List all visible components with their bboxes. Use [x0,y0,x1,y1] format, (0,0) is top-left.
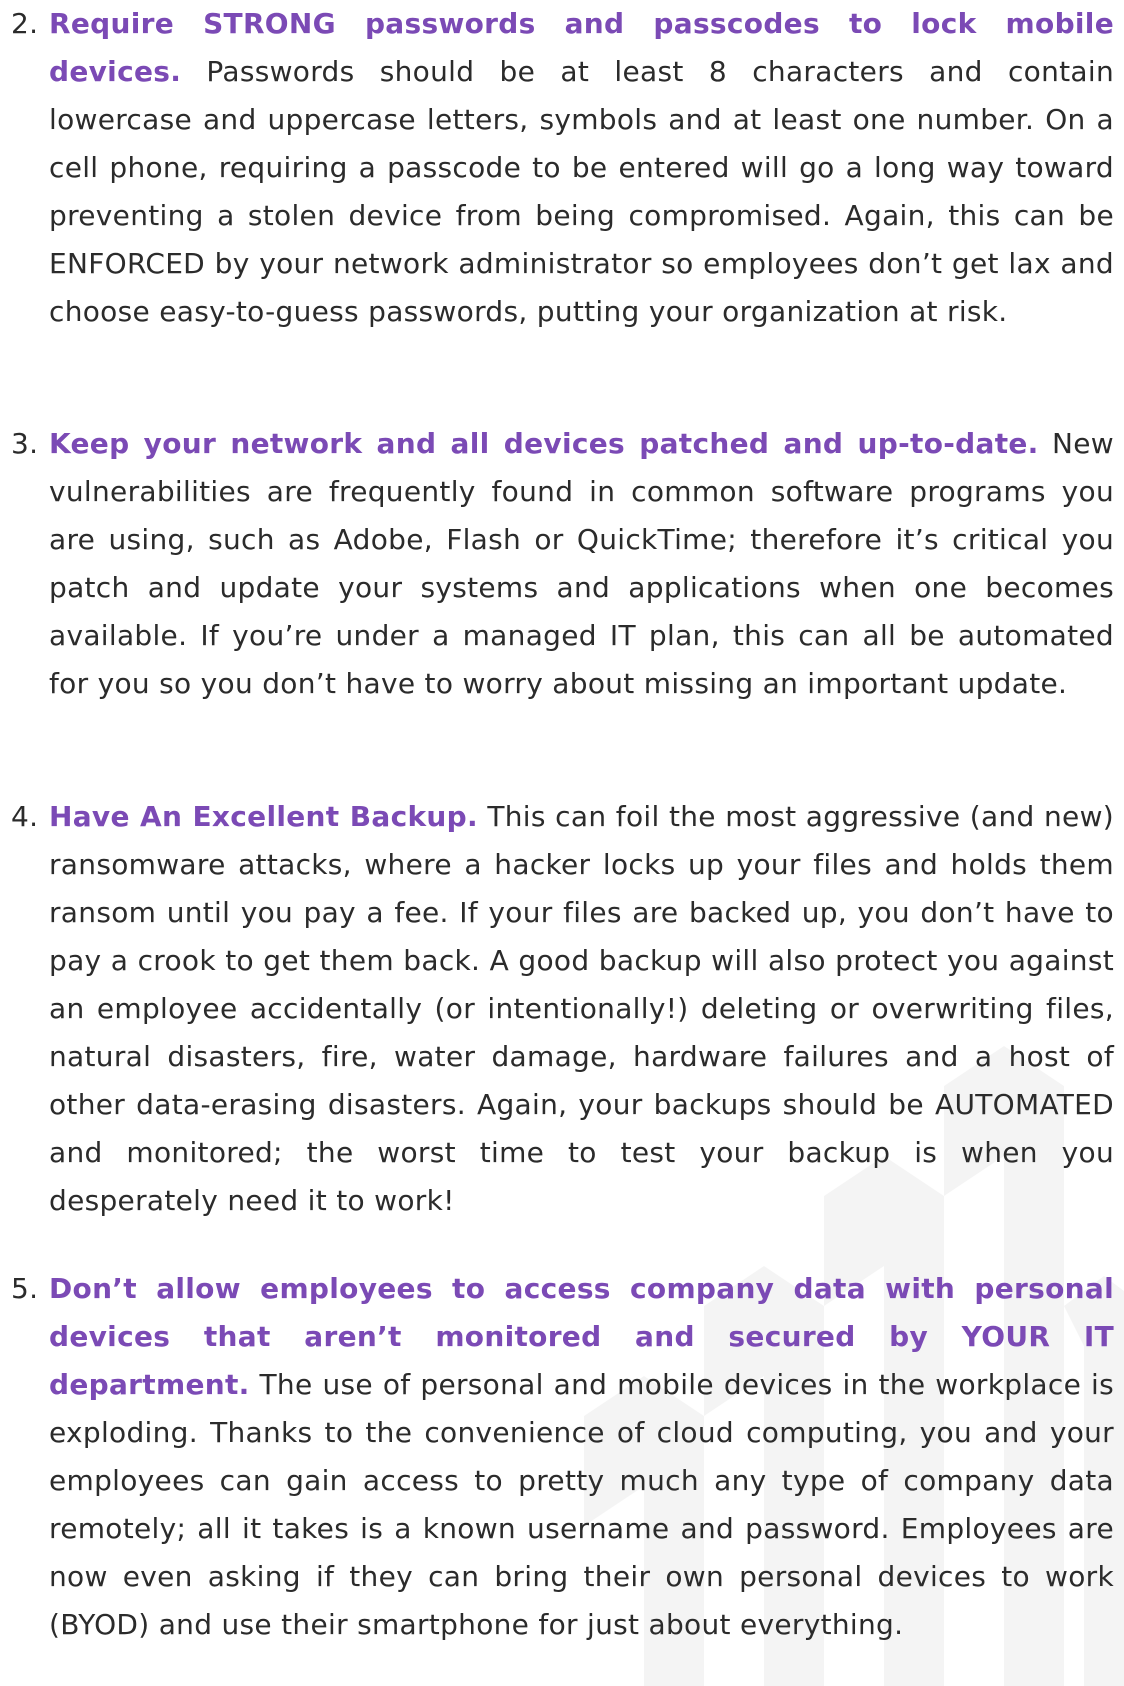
item-paragraph: Keep your network and all devices patche… [49,420,1114,708]
list-item: 2. Require STRONG passwords and passcode… [0,0,1124,336]
item-paragraph: Require STRONG passwords and passcodes t… [49,0,1114,336]
item-body: This can foil the most aggressive (and n… [49,800,1115,1217]
item-heading: Have An Excellent Backup. [49,800,478,833]
item-paragraph: Don’t allow employees to access company … [49,1265,1114,1649]
item-body: The use of personal and mobile devices i… [49,1368,1114,1641]
item-number: 5. [11,1272,39,1305]
item-number: 3. [11,427,39,460]
item-number: 2. [11,7,39,40]
list-item: 3. Keep your network and all devices pat… [0,420,1124,708]
item-body: Passwords should be at least 8 character… [49,55,1114,328]
item-paragraph: Have An Excellent Backup. This can foil … [49,793,1114,1225]
item-body: New vulnerabilities are frequently found… [49,427,1114,700]
list-item: 4. Have An Excellent Backup. This can fo… [0,793,1124,1225]
item-number: 4. [11,800,39,833]
item-heading: Keep your network and all devices patche… [49,427,1039,460]
list-item: 5. Don’t allow employees to access compa… [0,1265,1124,1649]
